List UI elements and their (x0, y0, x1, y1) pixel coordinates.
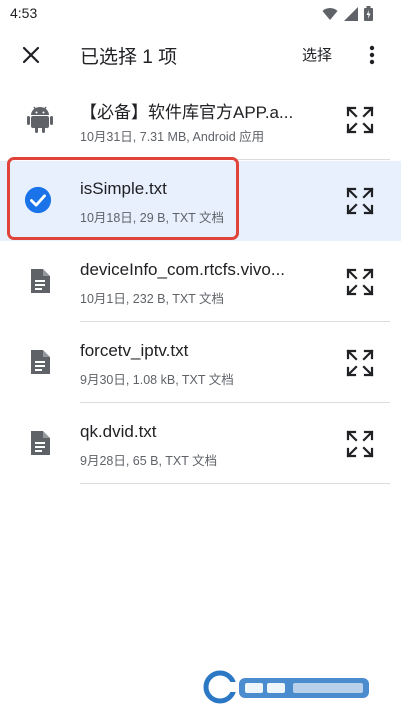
select-button[interactable]: 选择 (302, 44, 332, 65)
file-name: isSimple.txt (80, 179, 167, 198)
more-vert-icon (369, 45, 375, 65)
document-icon (26, 347, 54, 377)
file-meta: 10月1日, 232 B, TXT 文档 (80, 292, 225, 306)
status-bar: 4:53 (0, 0, 401, 28)
file-row[interactable]: forcetv_iptv.txt 9月30日, 1.08 kB, TXT 文档 (0, 323, 401, 403)
expand-icon[interactable] (346, 430, 374, 458)
file-meta: 9月30日, 1.08 kB, TXT 文档 (80, 373, 234, 387)
close-icon (22, 46, 40, 64)
divider (80, 321, 390, 322)
app-bar: 已选择 1 项 选择 (0, 28, 401, 80)
file-meta: 10月31日, 7.31 MB, Android 应用 (80, 130, 265, 144)
expand-icon[interactable] (346, 268, 374, 296)
battery-icon (364, 6, 373, 21)
watermark-text-graphic (239, 678, 369, 698)
watermark-logo (203, 669, 383, 705)
file-name: deviceInfo_com.rtcfs.vivo... (80, 260, 286, 279)
more-options-button[interactable] (360, 38, 384, 72)
signal-icon (344, 6, 358, 21)
divider (80, 159, 390, 160)
file-row[interactable]: qk.dvid.txt 9月28日, 65 B, TXT 文档 (0, 404, 401, 484)
selection-title: 已选择 1 项 (80, 47, 178, 68)
expand-icon[interactable] (346, 349, 374, 377)
logo-mark-icon (203, 670, 237, 704)
status-icons (322, 6, 373, 21)
file-name: 【必备】软件库官方APP.a... (80, 103, 294, 122)
status-time: 4:53 (10, 5, 38, 21)
document-icon (26, 428, 54, 458)
file-row-selected[interactable]: isSimple.txt 10月18日, 29 B, TXT 文档 (0, 161, 401, 241)
close-button[interactable] (14, 38, 48, 72)
check-icon (24, 185, 52, 215)
file-row[interactable]: 【必备】软件库官方APP.a... 10月31日, 7.31 MB, Andro… (0, 80, 401, 160)
file-meta: 9月28日, 65 B, TXT 文档 (80, 454, 218, 468)
file-name: forcetv_iptv.txt (80, 341, 189, 360)
expand-icon[interactable] (346, 106, 374, 134)
file-name: qk.dvid.txt (80, 422, 157, 441)
android-icon (26, 104, 54, 134)
file-row[interactable]: deviceInfo_com.rtcfs.vivo... 10月1日, 232 … (0, 242, 401, 322)
divider (80, 402, 390, 403)
wifi-icon (322, 7, 338, 20)
document-icon (26, 266, 54, 296)
file-meta: 10月18日, 29 B, TXT 文档 (80, 211, 225, 225)
divider (80, 483, 390, 484)
expand-icon[interactable] (346, 187, 374, 215)
